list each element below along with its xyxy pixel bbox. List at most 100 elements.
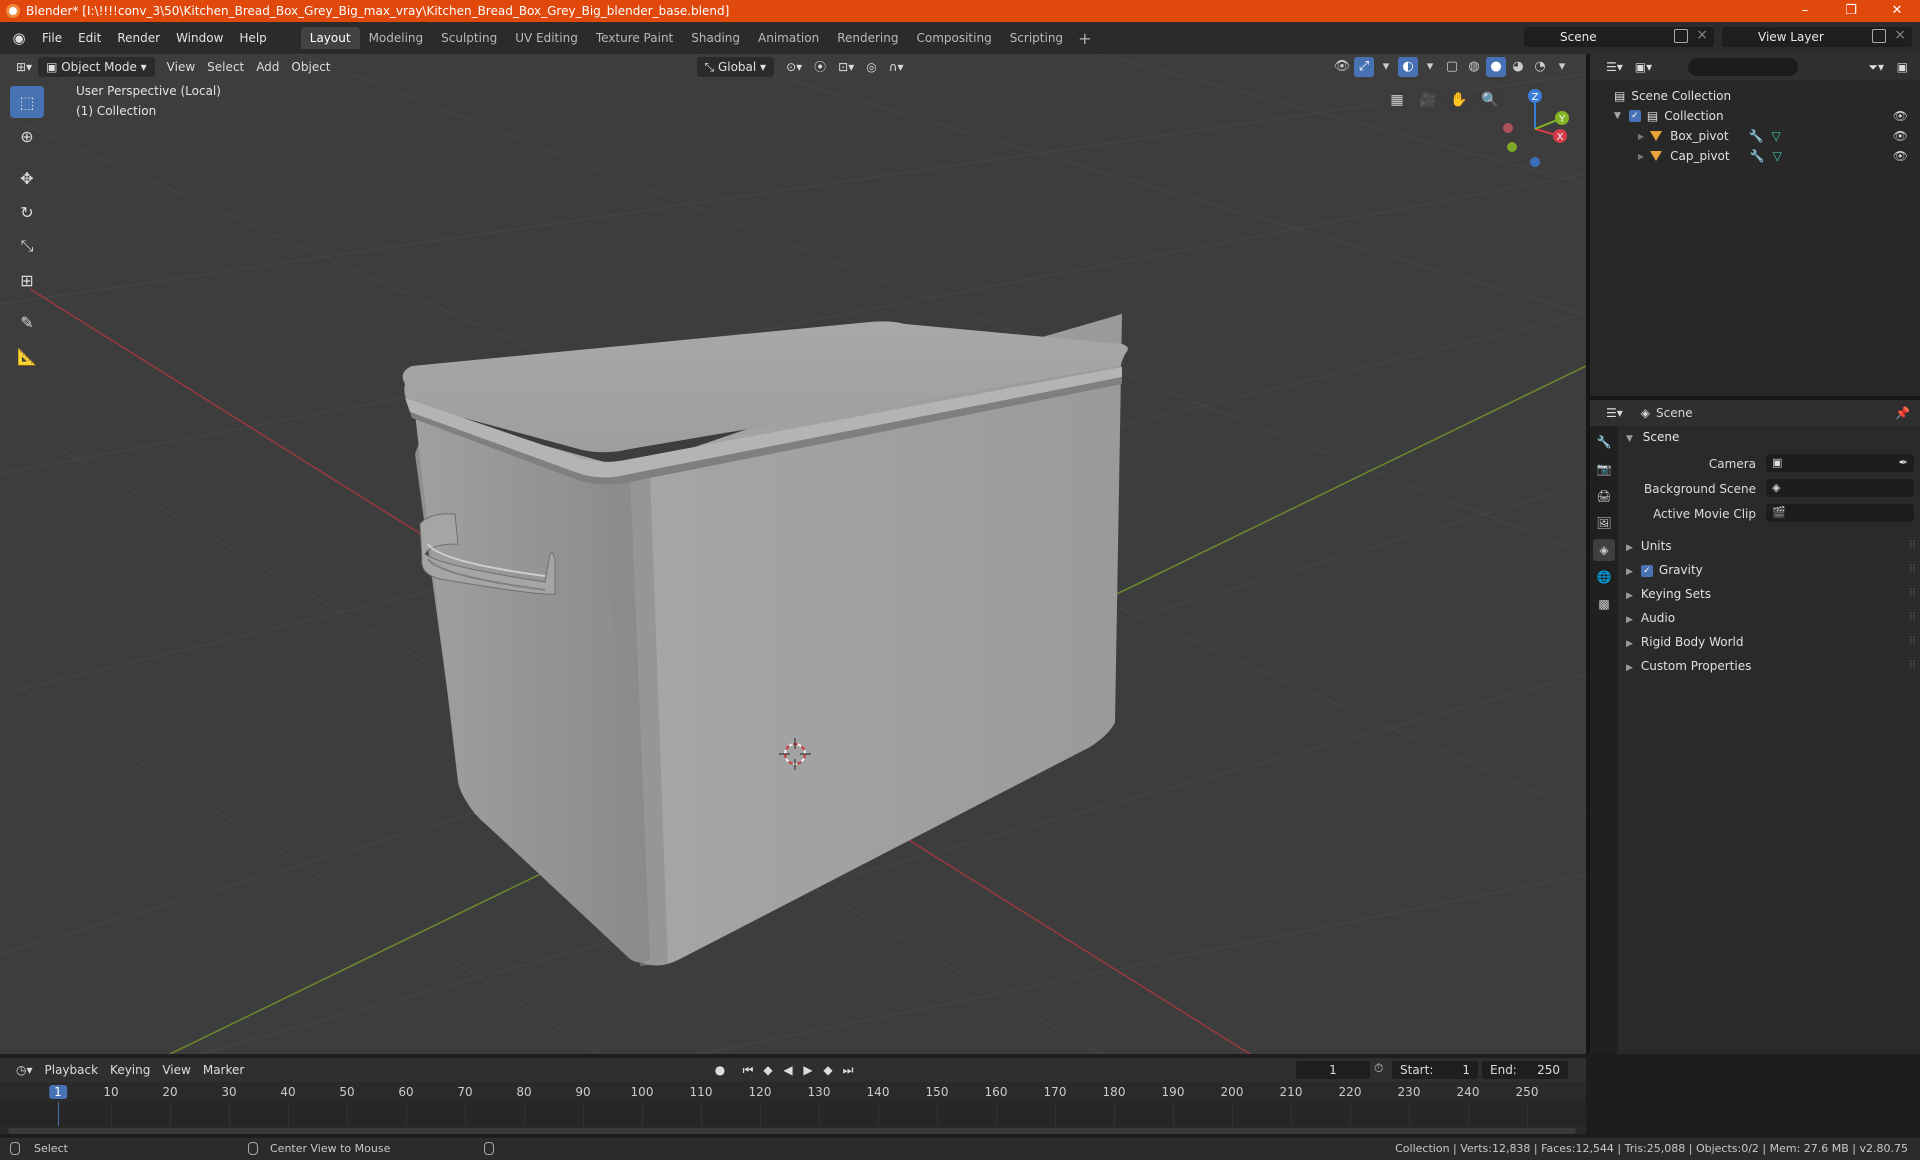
tab-rendering[interactable]: Rendering [828, 27, 907, 49]
collection-checkbox[interactable]: ✓ [1628, 110, 1641, 122]
gizmo-toggle-icon[interactable]: ⤢ [1354, 57, 1374, 77]
tab-uv-editing[interactable]: UV Editing [506, 27, 587, 49]
outliner-row-box-pivot[interactable]: ▶ Box_pivot 🔧 ▽ 👁 [1590, 126, 1920, 146]
view-layer-name[interactable]: View Layer [1758, 30, 1824, 44]
eyedropper-icon[interactable]: ✒ [1899, 456, 1908, 469]
visibility-icon[interactable]: 👁 [1332, 57, 1352, 77]
audio-subpanel[interactable]: ▶ Audio ⠿ [1618, 606, 1920, 630]
move-tool-icon[interactable]: ✥ [10, 162, 44, 194]
new-scene-icon[interactable] [1674, 29, 1688, 43]
shading-material-icon[interactable]: ◕ [1508, 57, 1528, 77]
tool-properties-tab-icon[interactable]: 🔧 [1593, 431, 1615, 453]
timeline-menu-view[interactable]: View [156, 1063, 196, 1077]
output-properties-tab-icon[interactable]: 🖨 [1593, 485, 1615, 507]
gravity-checkbox[interactable]: ✓ [1640, 564, 1653, 577]
proportional-edit-icon[interactable]: ◎ [860, 57, 882, 77]
outliner-row-scene-collection[interactable]: ▤ Scene Collection [1590, 86, 1920, 106]
mesh-data-icon[interactable]: ▽ [1772, 129, 1781, 143]
close-button[interactable]: ✕ [1874, 0, 1920, 22]
toggle-camera-view-icon[interactable]: ▦ [1383, 86, 1411, 114]
snap-icon[interactable]: ⦿ [808, 57, 832, 77]
expand-cap-pivot-icon[interactable]: ▶ [1638, 152, 1644, 161]
select-box-tool-icon[interactable]: ⬚ [10, 86, 44, 118]
outliner-row-collection[interactable]: ▼ ✓ ▤ Collection 👁 [1590, 106, 1920, 126]
maximize-button[interactable]: ❐ [1828, 0, 1874, 22]
outliner-search-input[interactable] [1688, 58, 1798, 76]
timeline-track[interactable] [0, 1102, 1586, 1126]
viewport-menu-select[interactable]: Select [201, 57, 250, 77]
properties-editor-type-icon[interactable]: ☰▾ [1600, 403, 1629, 423]
menu-file[interactable]: File [34, 27, 70, 49]
outliner-row-cap-pivot[interactable]: ▶ Cap_pivot 🔧 ▽ 👁 [1590, 146, 1920, 166]
transform-orientation[interactable]: ⤡ Global ▾ [696, 57, 775, 77]
scene-properties-tab-icon[interactable]: ◈ [1593, 539, 1615, 561]
frame-ruler[interactable]: 1 10 20 30 40 50 60 70 80 90 100 110 120 130 140 150 160… [0, 1082, 1586, 1102]
scene-selector[interactable]: Scene × [1524, 27, 1714, 47]
neg-x-axis-handle[interactable] [1503, 123, 1513, 133]
overlays-menu-icon[interactable]: ▾ [1420, 57, 1440, 77]
jump-end-icon[interactable]: ⏭ [838, 1060, 858, 1080]
delete-view-layer-icon[interactable]: × [1894, 27, 1906, 43]
jump-start-icon[interactable]: ⏮ [738, 1060, 758, 1080]
object-visibility-icon[interactable]: 👁 [1893, 129, 1908, 143]
object-visibility-icon[interactable]: 👁 [1893, 149, 1908, 163]
bread-box-model[interactable] [402, 314, 1128, 966]
rotate-tool-icon[interactable]: ↻ [10, 196, 44, 228]
stopwatch-icon[interactable]: ⏱ [1374, 1061, 1383, 1076]
shading-rendered-icon[interactable]: ◔ [1530, 57, 1550, 77]
start-frame-field[interactable]: Start: 1 [1392, 1061, 1478, 1079]
xray-icon[interactable]: ▢ [1442, 57, 1462, 77]
snap-target-icon[interactable]: ⊡▾ [832, 57, 860, 77]
pin-icon[interactable]: 📌 [1895, 406, 1910, 420]
tab-animation[interactable]: Animation [749, 27, 828, 49]
timeline-scrollbar[interactable] [8, 1128, 1576, 1134]
world-properties-tab-icon[interactable]: 🌐 [1593, 566, 1615, 588]
shading-solid-icon[interactable]: ● [1486, 57, 1506, 77]
scene-panel-header[interactable]: ▼ Scene [1618, 426, 1920, 448]
menu-render[interactable]: Render [109, 27, 168, 49]
viewport-menu-add[interactable]: Add [250, 57, 285, 77]
rigid-body-world-subpanel[interactable]: ▶ Rigid Body World ⠿ [1618, 630, 1920, 654]
tab-sculpting[interactable]: Sculpting [432, 27, 506, 49]
viewport-menu-view[interactable]: View [161, 57, 201, 77]
pivot-point-icon[interactable]: ⊙▾ [780, 57, 808, 77]
drag-grip-icon[interactable]: ⠿ [1909, 534, 1916, 558]
expand-box-pivot-icon[interactable]: ▶ [1638, 132, 1644, 141]
proportional-falloff-icon[interactable]: ∩▾ [883, 57, 910, 77]
end-frame-field[interactable]: End: 250 [1482, 1061, 1568, 1079]
timeline-menu-marker[interactable]: Marker [197, 1063, 250, 1077]
background-scene-field[interactable]: ◈ [1766, 479, 1914, 497]
prev-keyframe-icon[interactable]: ◆ [758, 1060, 778, 1080]
tab-layout[interactable]: Layout [300, 27, 360, 49]
drag-grip-icon[interactable]: ⠿ [1909, 630, 1916, 654]
timeline-editor-type-icon[interactable]: ◷▾ [10, 1060, 39, 1080]
viewport-scene[interactable] [0, 54, 1586, 1054]
3d-viewport[interactable]: ⊞▾ ▣ Object Mode ▾ View Select Add Objec… [0, 54, 1586, 1054]
shading-menu-icon[interactable]: ▾ [1552, 57, 1572, 77]
play-reverse-icon[interactable]: ◀ [778, 1060, 798, 1080]
transform-tool-icon[interactable]: ⊞ [10, 264, 44, 296]
play-icon[interactable]: ▶ [798, 1060, 818, 1080]
viewport-menu-object[interactable]: Object [285, 57, 336, 77]
keying-sets-subpanel[interactable]: ▶ Keying Sets ⠿ [1618, 582, 1920, 606]
annotate-tool-icon[interactable]: ✎ [10, 306, 44, 338]
navigation-gizmo[interactable]: Z X Y [1490, 84, 1580, 174]
tab-texture-paint[interactable]: Texture Paint [587, 27, 682, 49]
gravity-subpanel[interactable]: ▶ ✓ Gravity ⠿ [1618, 558, 1920, 582]
menu-help[interactable]: Help [231, 27, 274, 49]
tab-shading[interactable]: Shading [682, 27, 749, 49]
collection-visibility-icon[interactable]: 👁 [1893, 109, 1908, 123]
editor-type-icon[interactable]: ⊞▾ [10, 57, 38, 77]
units-subpanel[interactable]: ▶ Units ⠿ [1618, 534, 1920, 558]
mesh-data-icon[interactable]: ▽ [1773, 149, 1782, 163]
drag-grip-icon[interactable]: ⠿ [1909, 654, 1916, 678]
expand-collection-icon[interactable]: ▼ [1614, 111, 1621, 121]
filter-icon[interactable]: ⏷▾ [1862, 57, 1890, 77]
overlays-toggle-icon[interactable]: ◐ [1398, 57, 1418, 77]
drag-grip-icon[interactable]: ⠿ [1909, 582, 1916, 606]
modifier-wrench-icon[interactable]: 🔧 [1750, 149, 1765, 163]
cursor-tool-icon[interactable]: ⊕ [10, 120, 44, 152]
new-view-layer-icon[interactable] [1872, 29, 1886, 43]
current-frame-field[interactable]: 1 [1296, 1061, 1370, 1079]
tab-modeling[interactable]: Modeling [360, 27, 433, 49]
